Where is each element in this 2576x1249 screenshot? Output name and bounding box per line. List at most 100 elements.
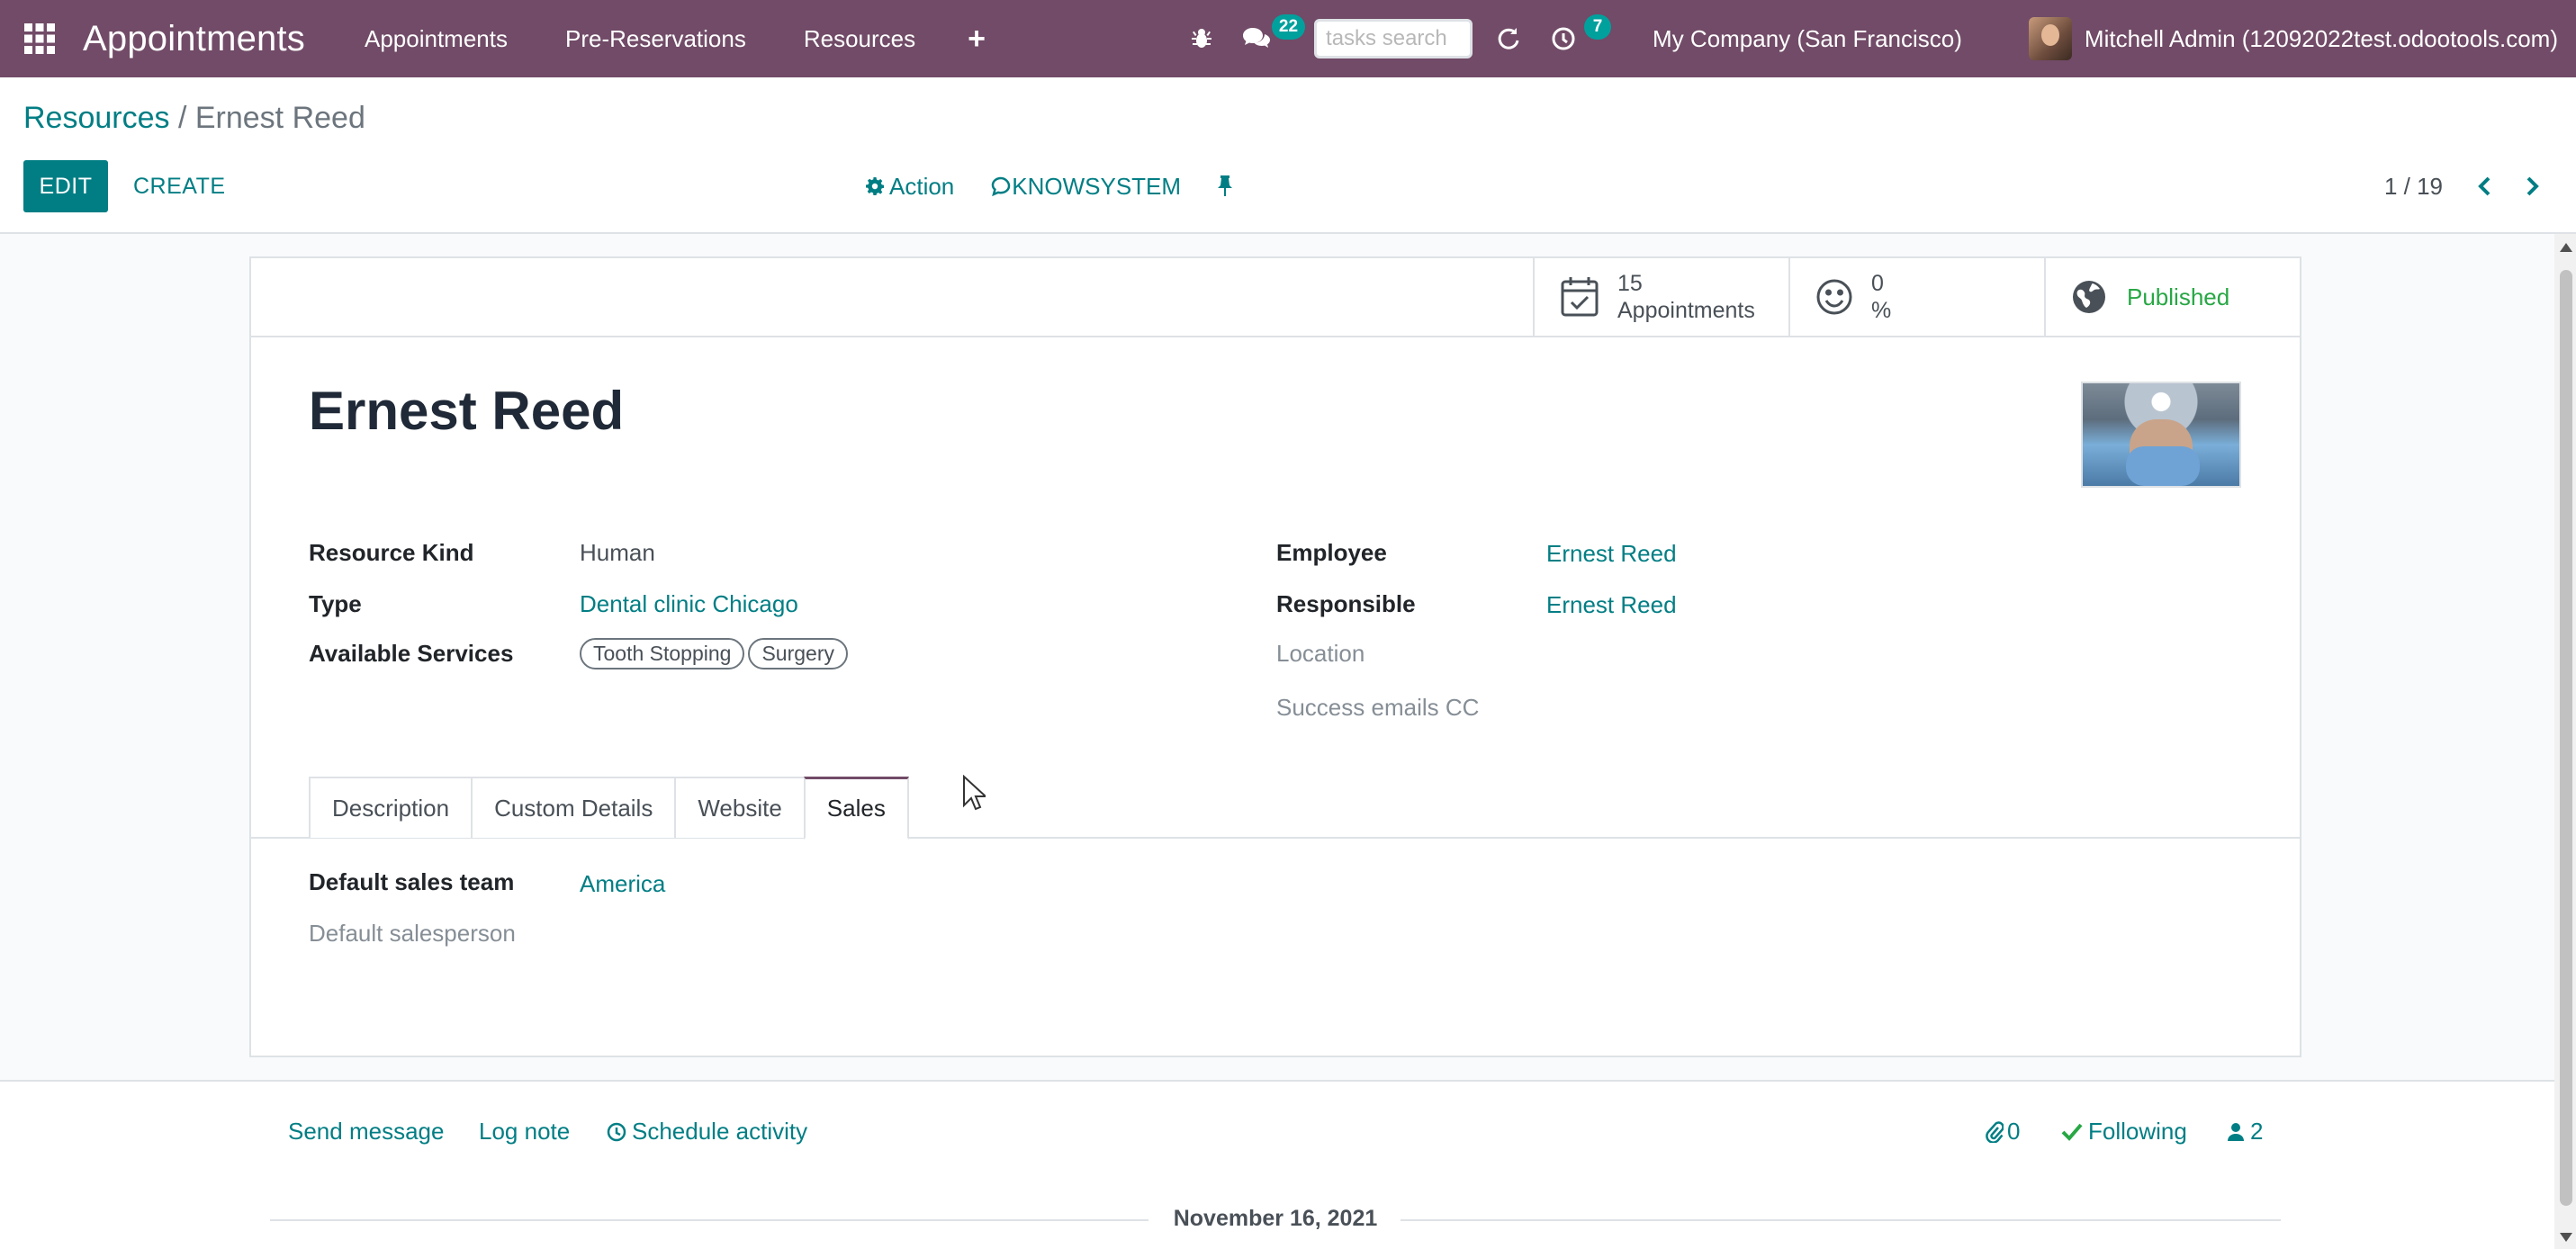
- user-menu[interactable]: Mitchell Admin (12092022test.odootools.c…: [1989, 17, 2576, 60]
- rating-smart-button[interactable]: 0 %: [1788, 258, 2044, 336]
- date-separator-line-left: [270, 1219, 1148, 1221]
- clock-icon: [607, 1122, 626, 1141]
- employee-label: Employee: [1276, 539, 1387, 566]
- tab-sales[interactable]: Sales: [803, 777, 909, 840]
- pager-next-icon[interactable]: [2526, 175, 2540, 197]
- smile-icon: [1816, 279, 1852, 315]
- user-avatar: [2028, 17, 2072, 60]
- resource-kind-label: Resource Kind: [309, 539, 474, 566]
- gear-icon: [866, 177, 884, 195]
- record-name[interactable]: Ernest Reed: [309, 380, 624, 442]
- create-button[interactable]: CREATE: [122, 160, 237, 212]
- add-menu-icon[interactable]: +: [944, 22, 1009, 57]
- activities-count-badge: 7: [1584, 14, 1612, 40]
- tab-website[interactable]: Website: [674, 777, 806, 838]
- available-services-label: Available Services: [309, 640, 514, 667]
- knowsystem-button[interactable]: KNOWSYSTEM: [990, 173, 1181, 201]
- breadcrumb-current: Ernest Reed: [194, 101, 365, 135]
- pager: 1 / 19: [2384, 160, 2540, 212]
- default-sales-team-label: Default sales team: [309, 868, 515, 895]
- type-value-link[interactable]: Dental clinic Chicago: [580, 590, 798, 618]
- scroll-down-arrow-icon[interactable]: [2560, 1233, 2572, 1242]
- activities-clock-icon[interactable]: 7: [1536, 0, 1612, 77]
- tab-description[interactable]: Description: [309, 777, 473, 838]
- apps-menu-icon[interactable]: [4, 0, 76, 77]
- resource-kind-value[interactable]: Human: [580, 539, 655, 567]
- default-salesperson-label: Default salesperson: [309, 920, 516, 947]
- type-label: Type: [309, 590, 362, 617]
- date-separator-line-right: [1401, 1219, 2281, 1221]
- appointments-label: Appointments: [1617, 298, 1755, 323]
- log-note-button[interactable]: Log note: [479, 1118, 570, 1146]
- app-title[interactable]: Appointments: [83, 19, 305, 59]
- following-button[interactable]: Following: [2061, 1118, 2187, 1146]
- send-message-button[interactable]: Send message: [288, 1118, 444, 1146]
- rating-unit: %: [1871, 298, 1892, 323]
- rating-value: 0: [1871, 271, 1884, 296]
- menu-resources[interactable]: Resources: [775, 0, 944, 77]
- debug-icon[interactable]: [1175, 0, 1228, 77]
- user-name: Mitchell Admin (12092022test.odootools.c…: [2084, 24, 2558, 52]
- form-sheet: 15 Appointments 0 % Published Ernest Ree…: [249, 256, 2301, 1057]
- chat-bubble-icon: [992, 176, 1011, 197]
- pager-previous-icon[interactable]: [2477, 175, 2491, 197]
- appointments-count: 15: [1617, 271, 1643, 296]
- user-icon: [2228, 1122, 2244, 1141]
- followers-count: 2: [2250, 1118, 2264, 1145]
- published-smart-button[interactable]: Published: [2044, 258, 2300, 336]
- available-services-tags: Tooth Stopping Surgery: [580, 638, 851, 669]
- breadcrumb: Resources / Ernest Reed: [23, 101, 365, 136]
- breadcrumb-resources-link[interactable]: Resources: [23, 101, 170, 135]
- published-label: Published: [2127, 283, 2230, 310]
- globe-icon: [2073, 281, 2105, 313]
- chatter: Send message Log note Schedule activity …: [0, 1080, 2554, 1249]
- following-label: Following: [2088, 1118, 2187, 1145]
- mouse-cursor-icon: [962, 774, 988, 817]
- success-emails-cc-label: Success emails CC: [1276, 694, 1480, 721]
- scroll-up-arrow-icon[interactable]: [2560, 243, 2572, 252]
- notebook-tabs: Description Custom Details Website Sales: [309, 777, 909, 840]
- messages-count-badge: 22: [1271, 14, 1306, 40]
- company-switcher[interactable]: My Company (San Francisco): [1611, 25, 1989, 53]
- toolbar-actions: Action KNOWSYSTEM: [866, 160, 1269, 212]
- page-scrollbar[interactable]: [2554, 234, 2576, 1249]
- resource-photo[interactable]: [2081, 382, 2241, 488]
- breadcrumb-separator: /: [169, 101, 195, 135]
- photo-mask: [2126, 446, 2200, 486]
- tasks-search-input[interactable]: [1314, 19, 1473, 58]
- control-panel: Resources / Ernest Reed EDIT CREATE Acti…: [0, 77, 2576, 234]
- calendar-check-icon: [1561, 277, 1599, 317]
- menu-appointments[interactable]: Appointments: [336, 0, 536, 77]
- employee-value-link[interactable]: Ernest Reed: [1546, 540, 1677, 568]
- action-menu[interactable]: Action: [866, 173, 954, 201]
- service-tag[interactable]: Tooth Stopping: [580, 638, 745, 669]
- refresh-icon[interactable]: [1482, 0, 1536, 77]
- attachments-button[interactable]: 0: [1986, 1118, 2020, 1146]
- service-tag[interactable]: Surgery: [748, 638, 848, 669]
- paperclip-icon: [1986, 1120, 2004, 1143]
- schedule-activity-label: Schedule activity: [632, 1118, 808, 1145]
- navbar-systray: 22 7 My Company (San Francisco) Mitchell…: [1175, 0, 2576, 77]
- responsible-value-link[interactable]: Ernest Reed: [1546, 591, 1677, 619]
- appointments-smart-button[interactable]: 15 Appointments: [1533, 258, 1788, 336]
- location-label: Location: [1276, 640, 1365, 667]
- responsible-label: Responsible: [1276, 590, 1416, 617]
- messages-icon[interactable]: 22: [1228, 0, 1306, 77]
- check-icon: [2061, 1123, 2083, 1141]
- smart-button-box: 15 Appointments 0 % Published: [251, 258, 2300, 337]
- followers-button[interactable]: 2: [2227, 1118, 2263, 1146]
- knowsystem-label: KNOWSYSTEM: [1012, 172, 1182, 200]
- default-sales-team-link[interactable]: America: [580, 870, 665, 898]
- schedule-activity-button[interactable]: Schedule activity: [607, 1118, 807, 1146]
- pager-value[interactable]: 1 / 19: [2384, 173, 2443, 201]
- menu-pre-reservations[interactable]: Pre-Reservations: [536, 0, 775, 77]
- action-label: Action: [889, 172, 955, 200]
- top-navbar: Appointments Appointments Pre-Reservatio…: [0, 0, 2576, 77]
- attachments-count: 0: [2007, 1118, 2021, 1145]
- date-separator: November 16, 2021: [270, 1206, 2281, 1233]
- date-separator-label: November 16, 2021: [1173, 1206, 1378, 1231]
- pin-icon[interactable]: [1217, 175, 1233, 197]
- scrollbar-thumb[interactable]: [2560, 270, 2572, 1206]
- tab-custom-details[interactable]: Custom Details: [471, 777, 677, 838]
- edit-button[interactable]: EDIT: [23, 160, 108, 212]
